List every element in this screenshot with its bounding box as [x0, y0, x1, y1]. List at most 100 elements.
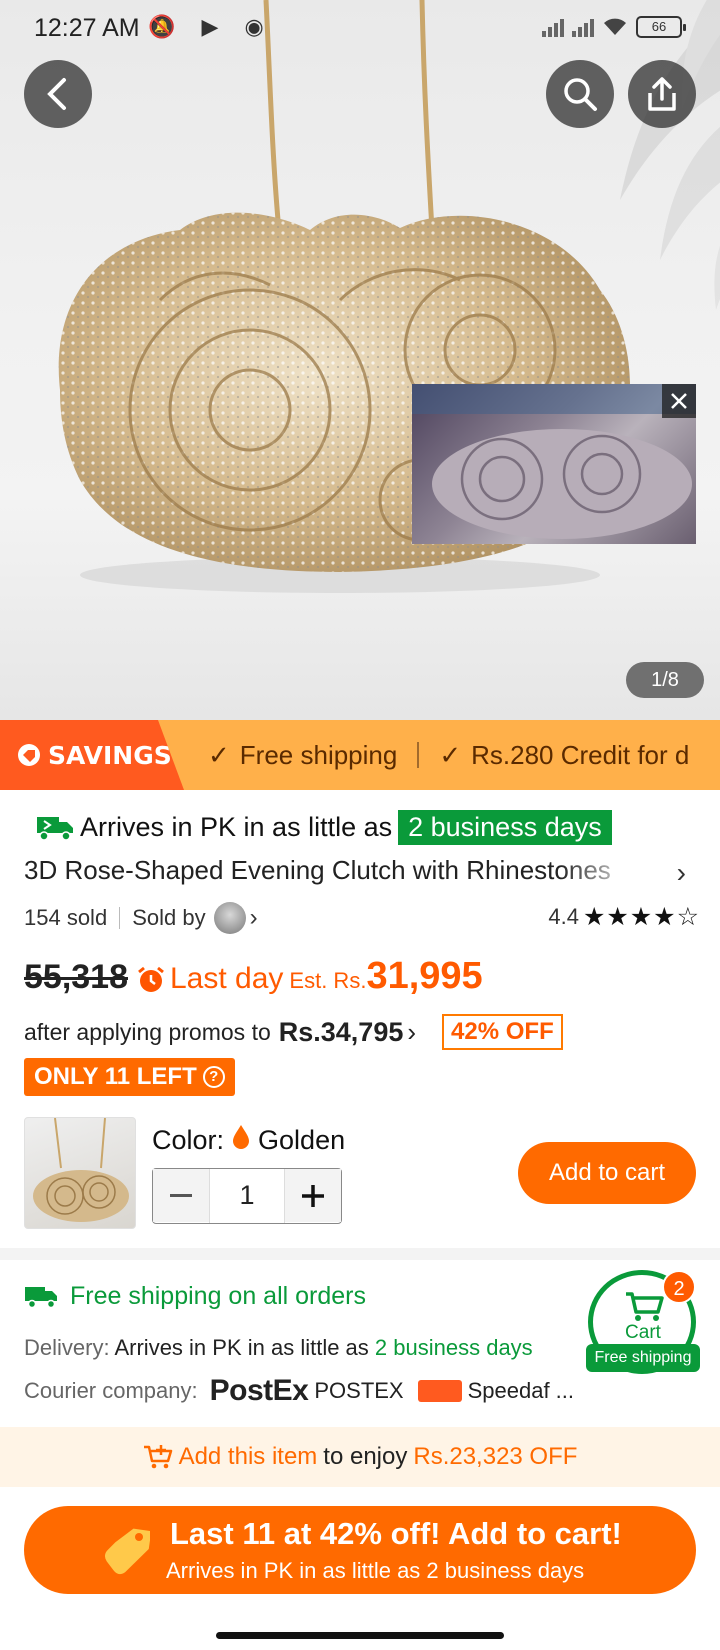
delivery-label: Delivery:	[24, 1335, 110, 1360]
plus-icon	[302, 1184, 324, 1207]
quantity-stepper[interactable]: 1	[152, 1168, 342, 1224]
delivery-row: Delivery: Arrives in PK in as little as …	[24, 1335, 533, 1361]
check-icon: ✓	[439, 739, 462, 770]
delivery-days: 2 business days	[374, 1335, 533, 1360]
share-button[interactable]	[628, 60, 696, 128]
status-time: 12:27 AM	[34, 14, 140, 42]
video-preview[interactable]	[412, 384, 696, 544]
cart-label: Cart	[625, 1322, 661, 1343]
chevron-right-icon: ›	[407, 1016, 417, 1047]
product-title-row[interactable]: 3D Rose-Shaped Evening Clutch with Rhine…	[24, 855, 700, 891]
close-icon	[671, 393, 687, 409]
video-thumbnail-image	[412, 384, 696, 539]
delivery-truck-icon	[37, 816, 73, 841]
add-to-cart-cta-button[interactable]: Last 11 at 42% off! Add to cart! Arrives…	[24, 1506, 696, 1594]
alarm-clock-icon	[138, 966, 164, 992]
delivery-truck-icon	[25, 1286, 57, 1308]
help-icon: ?	[202, 1066, 225, 1088]
cta-sub-text: Arrives in PK in as little as 2 business…	[166, 1558, 585, 1583]
gallery-page-indicator: 1/8	[626, 662, 704, 698]
add-item-promo-bar[interactable]: Add this item to enjoy Rs.23,323 OFF	[0, 1427, 720, 1487]
color-value: Golden	[258, 1125, 346, 1155]
estimated-label: Est. Rs.	[289, 968, 367, 993]
signal-icon	[542, 17, 564, 37]
speedaf-logo	[417, 1380, 462, 1402]
search-button[interactable]	[546, 60, 614, 128]
savings-tag: SAVINGS	[0, 720, 184, 790]
color-label: Color:	[152, 1125, 225, 1155]
free-shipping-text: Free shipping on all orders	[70, 1282, 366, 1310]
cart-icon	[626, 1292, 664, 1321]
title-fade	[560, 855, 640, 891]
cart-count-badge: 2	[662, 1270, 696, 1304]
close-video-button[interactable]	[662, 384, 696, 418]
price-tag-icon	[104, 1528, 150, 1575]
add-to-cart-button[interactable]: Add to cart	[518, 1142, 696, 1204]
increase-quantity-button[interactable]	[285, 1169, 341, 1222]
cart-plus-icon	[143, 1445, 172, 1469]
original-price: 55,318	[24, 958, 128, 996]
stock-badge[interactable]: ONLY 11 LEFT ?	[24, 1058, 235, 1096]
enjoy-amount: Rs.23,323 OFF	[413, 1443, 578, 1470]
home-indicator[interactable]	[216, 1632, 504, 1639]
status-bar: 12:27 AM 🔕 ▶ ◉ 66	[0, 0, 720, 56]
search-icon	[564, 78, 597, 111]
status-icons-right: 66	[542, 16, 686, 38]
promo-text: after applying promos to	[24, 1018, 271, 1045]
estimated-price: 31,995	[366, 955, 483, 997]
add-item-text: Add this item	[178, 1443, 318, 1470]
postex-logo: PostEx	[209, 1374, 309, 1407]
variant-image	[33, 1118, 129, 1222]
courier-name-speedaf: Speedaf ...	[467, 1378, 575, 1403]
arrival-text: Arrives in PK in as little as	[80, 812, 393, 842]
savings-item-credit: Rs.280 Credit for d	[471, 739, 690, 770]
courier-name-postex: POSTEX	[314, 1378, 404, 1403]
product-meta: 154 sold Sold by › 4.4 ★★★★☆	[24, 902, 700, 934]
courier-row[interactable]: Courier company: PostEx POSTEX Speedaf .…	[24, 1374, 574, 1408]
sold-by-label[interactable]: Sold by	[132, 905, 205, 931]
discount-badge: 42% OFF	[442, 1014, 563, 1050]
savings-badge-icon	[18, 744, 40, 766]
chevron-right-icon: ›	[249, 904, 258, 931]
promo-price: Rs.34,795	[278, 1016, 404, 1047]
back-button[interactable]	[24, 60, 92, 128]
courier-label: Courier company:	[24, 1378, 198, 1403]
section-divider	[0, 1248, 720, 1260]
meta-divider	[119, 907, 121, 929]
variant-thumbnail[interactable]	[24, 1117, 136, 1229]
cta-main-text: Last 11 at 42% off! Add to cart!	[170, 1516, 622, 1551]
cart-free-shipping-label: Free shipping	[586, 1344, 700, 1372]
minus-icon	[170, 1193, 192, 1197]
chevron-right-icon: ›	[676, 857, 686, 888]
rating-stars-icon: ★★★★☆	[582, 903, 700, 931]
product-title: 3D Rose-Shaped Evening Clutch with Rhine…	[24, 855, 611, 885]
rating-value: 4.4	[548, 904, 579, 929]
product-rating[interactable]: 4.4 ★★★★☆	[548, 902, 700, 932]
color-selector: Color: Golden	[152, 1124, 345, 1157]
chevron-left-icon	[47, 78, 66, 110]
signal-icon-2	[572, 17, 594, 37]
color-swatch-icon	[232, 1124, 250, 1157]
arrival-banner: Arrives in PK in as little as 2 business…	[36, 810, 612, 845]
battery-icon: 66	[636, 16, 686, 38]
check-icon: ✓	[208, 739, 230, 770]
wifi-icon	[604, 18, 626, 35]
delivery-text: Arrives in PK in as little as	[114, 1335, 369, 1360]
share-icon	[648, 77, 676, 111]
quantity-value[interactable]: 1	[209, 1169, 285, 1223]
savings-item-free-shipping: Free shipping	[239, 739, 398, 770]
savings-divider	[417, 742, 420, 768]
product-gallery[interactable]: 12:27 AM 🔕 ▶ ◉ 66 1/8	[0, 0, 720, 720]
promo-row[interactable]: after applying promos to Rs.34,795 › 42%…	[24, 1012, 714, 1052]
sold-count: 154 sold	[24, 905, 108, 930]
savings-label: SAVINGS	[48, 740, 172, 770]
decrease-quantity-button[interactable]	[153, 1169, 209, 1222]
savings-banner[interactable]: SAVINGS ✓ Free shipping ✓ Rs.280 Credit …	[0, 720, 720, 790]
arrival-days-badge: 2 business days	[398, 810, 612, 845]
free-shipping-row[interactable]: Free shipping on all orders	[24, 1282, 366, 1311]
savings-items: ✓ Free shipping ✓ Rs.280 Credit for d	[208, 720, 689, 790]
notification-icons: 🔕 ▶ ◉	[148, 14, 274, 39]
to-enjoy-text: to enjoy	[323, 1443, 408, 1470]
seller-avatar[interactable]	[213, 902, 246, 934]
stock-text: ONLY 11 LEFT	[34, 1063, 197, 1090]
